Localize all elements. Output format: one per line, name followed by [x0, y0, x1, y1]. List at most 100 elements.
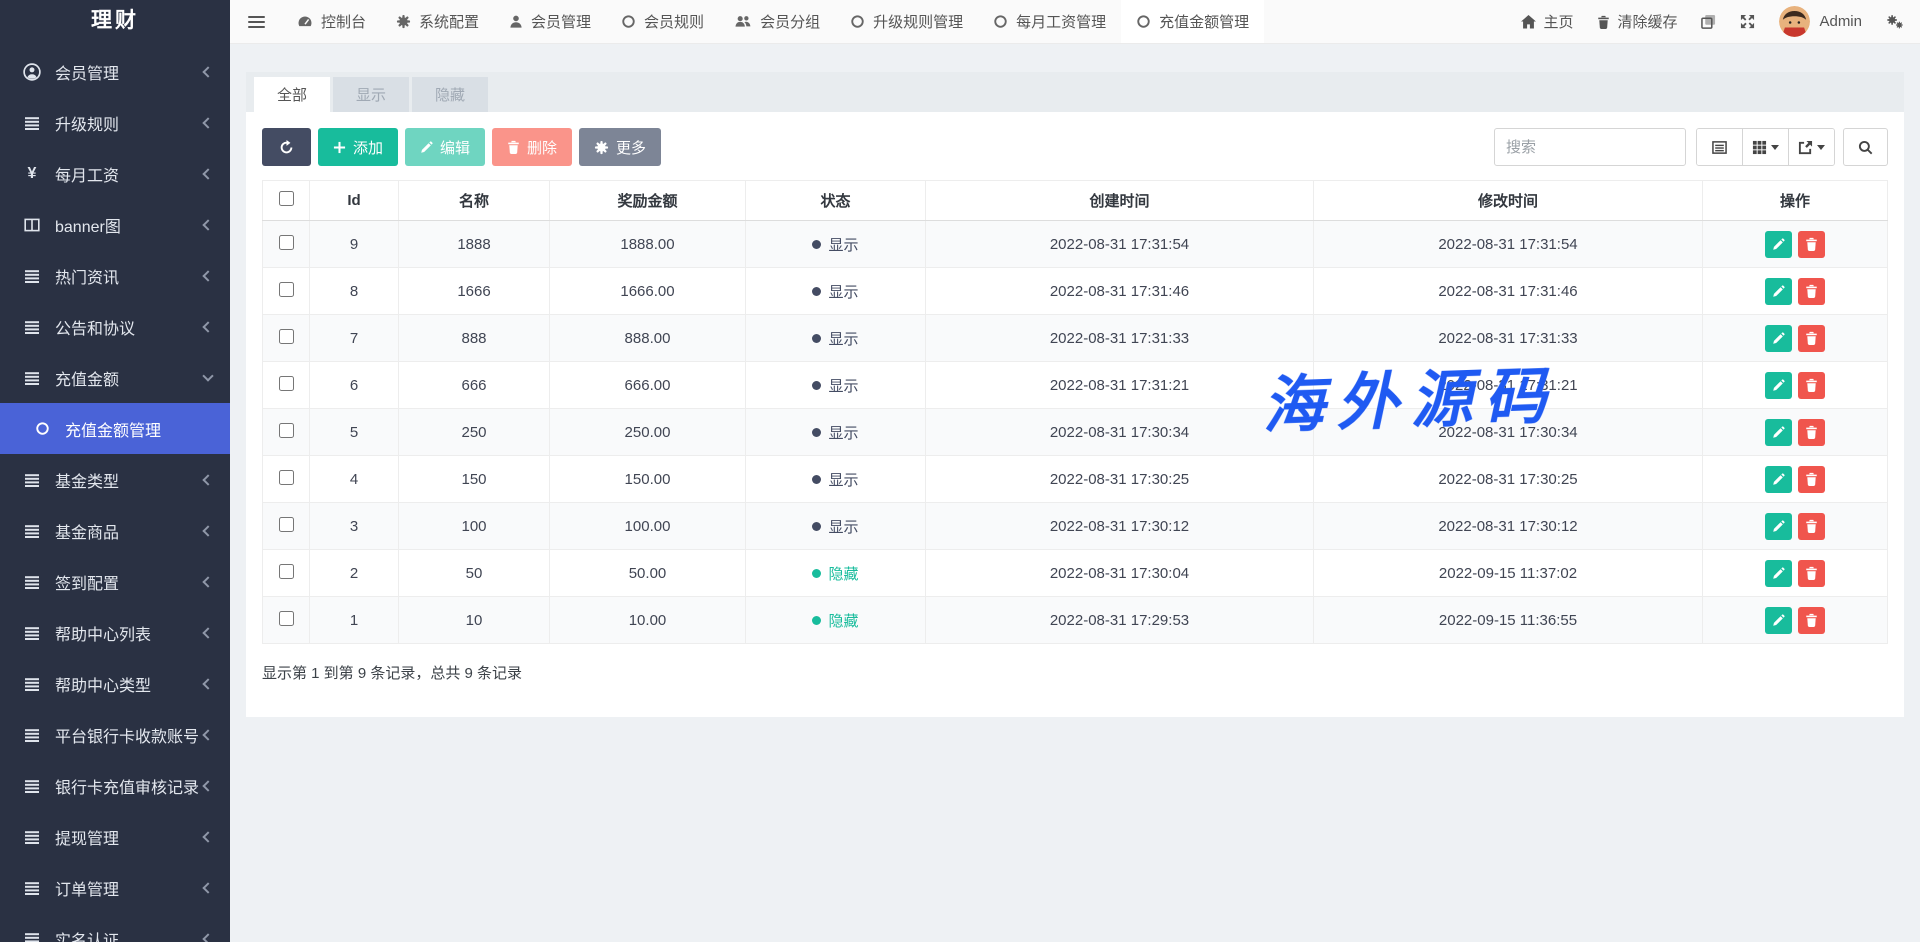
settings-button[interactable] [1886, 14, 1904, 30]
row-delete-button[interactable] [1798, 372, 1825, 399]
nav-tab-4[interactable]: 会员规则 [606, 0, 719, 43]
cell-checkbox [263, 315, 310, 362]
column-header[interactable]: 修改时间 [1314, 181, 1703, 221]
dashboard-icon [297, 14, 313, 30]
row-edit-button[interactable] [1765, 372, 1792, 399]
export-button[interactable] [1788, 129, 1834, 165]
row-checkbox[interactable] [279, 564, 294, 579]
trash-icon [1805, 472, 1818, 486]
row-edit-button[interactable] [1765, 466, 1792, 493]
row-checkbox[interactable] [279, 282, 294, 297]
column-header[interactable]: Id [310, 181, 399, 221]
cell-actions [1703, 315, 1888, 362]
sidebar-item-1[interactable]: 会员管理 [0, 46, 230, 97]
column-header[interactable]: 状态 [746, 181, 926, 221]
column-header[interactable]: 名称 [399, 181, 550, 221]
nav-tab-8-active[interactable]: 充值金额管理 [1121, 0, 1264, 43]
sidebar-item-4[interactable]: banner图 [0, 199, 230, 250]
status-badge: 显示 [812, 281, 858, 302]
chevron-down-icon [202, 370, 213, 381]
sidebar-item-8[interactable]: 基金类型 [0, 454, 230, 505]
trash-icon [1805, 613, 1818, 627]
sidebar-subitem-active[interactable]: 充值金额管理 [0, 403, 230, 454]
row-delete-button[interactable] [1798, 560, 1825, 587]
filter-tab-3[interactable]: 隐藏 [412, 77, 488, 112]
row-edit-button[interactable] [1765, 560, 1792, 587]
sidebar-item-17[interactable]: 实名认证 [0, 913, 230, 942]
row-delete-button[interactable] [1798, 466, 1825, 493]
nav-tab-3[interactable]: 会员管理 [494, 0, 606, 43]
column-header[interactable]: 操作 [1703, 181, 1888, 221]
row-edit-button[interactable] [1765, 325, 1792, 352]
sidebar-item-2[interactable]: 升级规则 [0, 97, 230, 148]
filter-tabs: 全部显示隐藏 [246, 72, 1904, 112]
sidebar-item-7[interactable]: 充值金额 [0, 352, 230, 403]
column-header[interactable]: 奖励金额 [550, 181, 746, 221]
sidebar-item-9[interactable]: 基金商品 [0, 505, 230, 556]
list-icon [22, 625, 42, 641]
cell-modified: 2022-08-31 17:30:12 [1314, 503, 1703, 550]
nav-tab-1[interactable]: 控制台 [282, 0, 381, 43]
search-button[interactable] [1843, 128, 1888, 166]
nav-tab-5[interactable]: 会员分组 [719, 0, 835, 43]
sidebar-toggle-button[interactable] [230, 0, 282, 43]
row-checkbox[interactable] [279, 376, 294, 391]
row-checkbox[interactable] [279, 611, 294, 626]
sidebar-item-label: 会员管理 [55, 60, 204, 84]
language-button[interactable] [1701, 14, 1716, 29]
sidebar-item-label: 帮助中心类型 [55, 672, 204, 696]
table-row: 918881888.00显示2022-08-31 17:31:542022-08… [263, 221, 1888, 268]
sidebar-item-12[interactable]: 帮助中心类型 [0, 658, 230, 709]
sidebar-item-5[interactable]: 热门资讯 [0, 250, 230, 301]
chevron-left-icon [202, 168, 213, 179]
row-checkbox[interactable] [279, 470, 294, 485]
row-checkbox[interactable] [279, 329, 294, 344]
row-checkbox[interactable] [279, 423, 294, 438]
sidebar-item-3[interactable]: ¥每月工资 [0, 148, 230, 199]
sidebar-item-6[interactable]: 公告和协议 [0, 301, 230, 352]
add-button[interactable]: 添加 [318, 128, 398, 166]
clear-cache-link[interactable]: 清除缓存 [1597, 11, 1677, 32]
sidebar-item-13[interactable]: 平台银行卡收款账号 [0, 709, 230, 760]
sidebar-item-16[interactable]: 订单管理 [0, 862, 230, 913]
toolbar-search-area [1494, 128, 1888, 166]
delete-button[interactable]: 删除 [492, 128, 572, 166]
cell-actions [1703, 597, 1888, 644]
row-delete-button[interactable] [1798, 419, 1825, 446]
nav-tab-6[interactable]: 升级规则管理 [835, 0, 978, 43]
sidebar-item-label: 基金商品 [55, 519, 204, 543]
row-delete-button[interactable] [1798, 513, 1825, 540]
sidebar-item-11[interactable]: 帮助中心列表 [0, 607, 230, 658]
sidebar-item-15[interactable]: 提现管理 [0, 811, 230, 862]
search-input[interactable] [1494, 128, 1686, 166]
row-delete-button[interactable] [1798, 325, 1825, 352]
filter-tab-2[interactable]: 显示 [333, 77, 409, 112]
refresh-button[interactable] [262, 128, 311, 166]
fullscreen-button[interactable] [1740, 14, 1755, 29]
nav-tab-2[interactable]: 系统配置 [381, 0, 494, 43]
edit-button[interactable]: 编辑 [405, 128, 485, 166]
home-link[interactable]: 主页 [1521, 11, 1573, 32]
status-dot-icon [812, 381, 821, 390]
row-checkbox[interactable] [279, 517, 294, 532]
row-edit-button[interactable] [1765, 513, 1792, 540]
nav-tab-label: 系统配置 [419, 11, 479, 32]
detail-view-button[interactable] [1697, 129, 1742, 165]
row-delete-button[interactable] [1798, 607, 1825, 634]
columns-toggle-button[interactable] [1742, 129, 1788, 165]
row-delete-button[interactable] [1798, 231, 1825, 258]
row-delete-button[interactable] [1798, 278, 1825, 305]
row-edit-button[interactable] [1765, 278, 1792, 305]
sidebar-item-10[interactable]: 签到配置 [0, 556, 230, 607]
row-checkbox[interactable] [279, 235, 294, 250]
more-button[interactable]: 更多 [579, 128, 661, 166]
row-edit-button[interactable] [1765, 607, 1792, 634]
user-menu[interactable]: Admin [1779, 6, 1862, 37]
select-all-checkbox[interactable] [279, 191, 294, 206]
column-header[interactable]: 创建时间 [926, 181, 1314, 221]
row-edit-button[interactable] [1765, 231, 1792, 258]
sidebar-item-14[interactable]: 银行卡充值审核记录 [0, 760, 230, 811]
row-edit-button[interactable] [1765, 419, 1792, 446]
filter-tab-1-active[interactable]: 全部 [254, 77, 330, 112]
nav-tab-7[interactable]: 每月工资管理 [978, 0, 1121, 43]
